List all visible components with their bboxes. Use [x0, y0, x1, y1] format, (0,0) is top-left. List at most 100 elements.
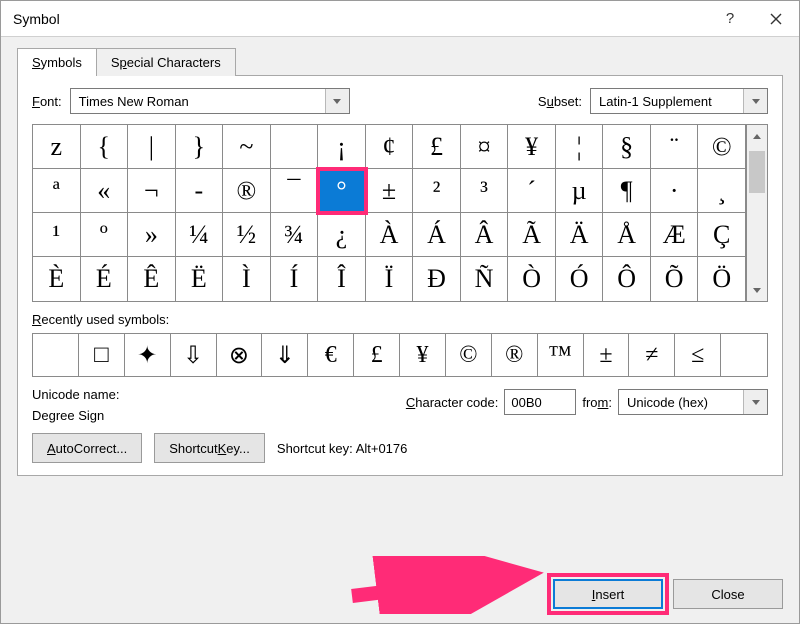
symbol-cell[interactable]: ~ [223, 125, 271, 169]
symbol-cell[interactable]: À [366, 213, 414, 257]
symbol-grid: z{|}~ ¡¢£¤¥¦§¨© ª«¬-®¯°±²³´µ¶·¸ ¹º»¼½¾¿ÀÁÂÃ… [32, 124, 746, 302]
symbol-cell[interactable]: ¡ [318, 125, 366, 169]
symbol-cell[interactable]: · [651, 169, 699, 213]
recent-symbol-cell[interactable]: € [308, 334, 354, 376]
scrollbar[interactable] [746, 124, 768, 302]
close-icon[interactable] [753, 1, 799, 37]
symbol-cell[interactable]: Ö [698, 257, 746, 301]
dialog-button-bar: InsertInsert Close [1, 569, 799, 623]
symbol-cell[interactable]: { [81, 125, 129, 169]
symbol-cell[interactable]: Đ [413, 257, 461, 301]
symbol-cell[interactable]: ¹ [33, 213, 81, 257]
symbol-cell[interactable]: Ï [366, 257, 414, 301]
symbol-cell[interactable]: Ô [603, 257, 651, 301]
tab-special-characters[interactable]: Special CharactersSpecial Characters [96, 48, 236, 76]
symbol-cell[interactable]: Â [461, 213, 509, 257]
symbol-cell[interactable]: Ì [223, 257, 271, 301]
symbol-cell[interactable]: ± [366, 169, 414, 213]
recent-symbol-cell[interactable]: □ [79, 334, 125, 376]
symbol-cell[interactable]: - [176, 169, 224, 213]
symbol-cell[interactable]: § [603, 125, 651, 169]
tab-pane: Font:Font: Times New Roman Subset:Subset… [17, 75, 783, 476]
scroll-down-button[interactable] [747, 279, 767, 301]
symbol-cell[interactable]: « [81, 169, 129, 213]
symbol-cell[interactable]: É [81, 257, 129, 301]
symbol-cell[interactable]: ¢ [366, 125, 414, 169]
symbol-cell[interactable]: | [128, 125, 176, 169]
symbol-cell[interactable]: ª [33, 169, 81, 213]
symbol-cell[interactable]: ² [413, 169, 461, 213]
font-label: Font:Font: [32, 94, 62, 109]
symbol-cell[interactable]: £ [413, 125, 461, 169]
recent-symbol-cell[interactable] [721, 334, 767, 376]
insert-button[interactable]: InsertInsert [553, 579, 663, 609]
symbol-cell[interactable]: } [176, 125, 224, 169]
recent-symbol-cell[interactable] [33, 334, 79, 376]
symbol-cell[interactable]: ¬ [128, 169, 176, 213]
symbol-cell[interactable]: Ê [128, 257, 176, 301]
symbol-cell[interactable]: » [128, 213, 176, 257]
scroll-thumb[interactable] [749, 151, 765, 193]
symbol-cell[interactable]: º [81, 213, 129, 257]
recent-symbol-cell[interactable]: © [446, 334, 492, 376]
shortcut-key-button[interactable]: Shortcut Key...Shortcut Key... [154, 433, 265, 463]
font-select[interactable]: Times New Roman [70, 88, 350, 114]
symbol-cell[interactable]: ¸ [698, 169, 746, 213]
symbol-cell[interactable]: ¯ [271, 169, 319, 213]
symbol-cell[interactable]: Ç [698, 213, 746, 257]
symbol-cell[interactable]: ¶ [603, 169, 651, 213]
symbol-cell[interactable]: Õ [651, 257, 699, 301]
symbol-cell[interactable]: Ë [176, 257, 224, 301]
symbol-cell[interactable]: Á [413, 213, 461, 257]
recent-symbol-cell[interactable]: ¥ [400, 334, 446, 376]
symbol-cell[interactable] [271, 125, 319, 169]
symbol-cell[interactable]: Ñ [461, 257, 509, 301]
recent-symbol-cell[interactable]: ✦ [125, 334, 171, 376]
symbol-cell[interactable]: È [33, 257, 81, 301]
help-button[interactable]: ? [707, 1, 753, 37]
symbol-cell[interactable]: Ò [508, 257, 556, 301]
subset-select[interactable]: Latin-1 Supplement [590, 88, 768, 114]
symbol-cell[interactable]: ¼ [176, 213, 224, 257]
recent-symbol-cell[interactable]: ® [492, 334, 538, 376]
symbol-cell[interactable]: © [698, 125, 746, 169]
symbol-cell[interactable]: ³ [461, 169, 509, 213]
recent-symbol-cell[interactable]: ⇓ [262, 334, 308, 376]
symbol-cell[interactable]: Î [318, 257, 366, 301]
symbol-cell[interactable]: Æ [651, 213, 699, 257]
symbol-cell[interactable]: Ã [508, 213, 556, 257]
symbol-cell[interactable]: ° [318, 169, 366, 213]
symbol-cell[interactable]: µ [556, 169, 604, 213]
char-code-input[interactable] [504, 389, 576, 415]
from-label: from:from: [582, 395, 612, 410]
recent-symbol-cell[interactable]: ≠ [629, 334, 675, 376]
recent-symbol-cell[interactable]: ™ [538, 334, 584, 376]
autocorrect-button[interactable]: AutoCorrect...AutoCorrect... [32, 433, 142, 463]
symbol-cell[interactable]: ¿ [318, 213, 366, 257]
recent-symbol-cell[interactable]: ≤ [675, 334, 721, 376]
scroll-up-button[interactable] [747, 125, 767, 147]
symbol-cell[interactable]: ¥ [508, 125, 556, 169]
symbol-cell[interactable]: ½ [223, 213, 271, 257]
symbol-cell[interactable]: ¾ [271, 213, 319, 257]
symbol-cell[interactable]: ¤ [461, 125, 509, 169]
recent-symbol-cell[interactable]: ⇩ [171, 334, 217, 376]
tab-symbols[interactable]: SSymbolsymbols [17, 48, 97, 76]
symbol-cell[interactable]: Í [271, 257, 319, 301]
symbol-cell[interactable]: ¦ [556, 125, 604, 169]
symbol-cell[interactable]: ® [223, 169, 271, 213]
from-select[interactable]: Unicode (hex) [618, 389, 768, 415]
symbol-cell[interactable]: Ó [556, 257, 604, 301]
symbol-cell[interactable]: Å [603, 213, 651, 257]
symbol-cell[interactable]: ¨ [651, 125, 699, 169]
recent-symbol-cell[interactable]: ⊗ [217, 334, 263, 376]
recent-symbol-cell[interactable]: ± [584, 334, 630, 376]
unicode-name-value: Degree Sign [32, 408, 119, 423]
symbol-cell[interactable]: ´ [508, 169, 556, 213]
recent-symbol-cell[interactable]: £ [354, 334, 400, 376]
close-button[interactable]: Close [673, 579, 783, 609]
scroll-track[interactable] [747, 147, 767, 279]
symbol-cell[interactable]: z [33, 125, 81, 169]
char-code-label: Character code:Character code: [406, 395, 499, 410]
symbol-cell[interactable]: Ä [556, 213, 604, 257]
